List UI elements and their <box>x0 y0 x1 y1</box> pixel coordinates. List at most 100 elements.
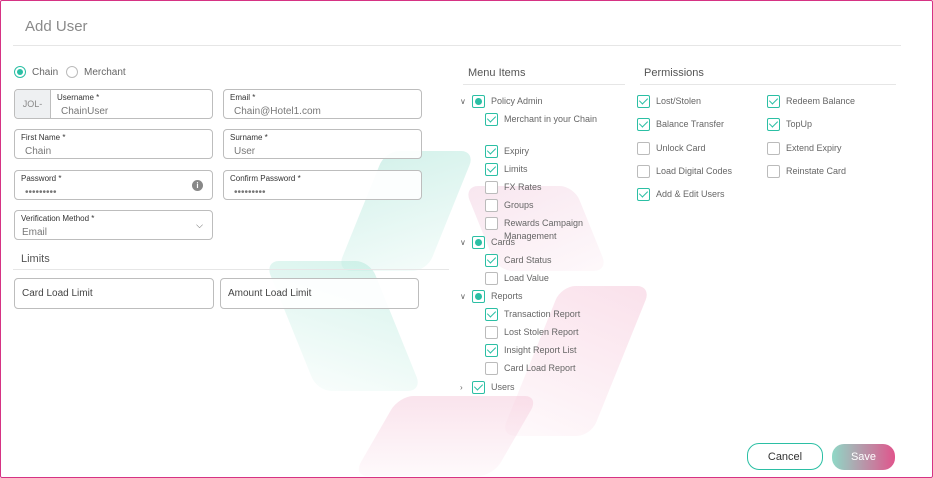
card-load-limit-input[interactable]: Card Load Limit <box>14 278 214 309</box>
checkbox-groups[interactable]: Groups <box>485 199 534 212</box>
checkbox-box[interactable] <box>485 145 498 158</box>
checkbox-label: Unlock Card <box>656 143 706 153</box>
checkbox-label: Card Status <box>504 255 552 265</box>
checkbox-lost-stolen[interactable]: Lost/Stolen <box>637 95 701 108</box>
checkbox-card-status[interactable]: Card Status <box>485 254 552 267</box>
checkbox-box[interactable] <box>637 95 650 108</box>
save-button[interactable]: Save <box>832 444 895 470</box>
surname-field[interactable]: Surname * User <box>223 129 422 159</box>
cancel-button[interactable]: Cancel <box>747 443 823 470</box>
chevron-down-icon[interactable]: ∨ <box>460 292 466 301</box>
page-title: Add User <box>25 18 88 35</box>
checkbox-extend-expiry[interactable]: Extend Expiry <box>767 142 842 155</box>
email-value[interactable]: Chain@Hotel1.com <box>234 106 321 117</box>
checkbox-box[interactable] <box>485 362 498 375</box>
checkbox-label: Cards <box>491 237 516 247</box>
verification-method-label: Verification Method * <box>21 214 95 223</box>
checkbox-expiry[interactable]: Expiry <box>485 145 529 158</box>
amount-load-limit-input[interactable]: Amount Load Limit <box>220 278 419 309</box>
checkbox-load-value[interactable]: Load Value <box>485 272 549 285</box>
checkbox-redeem-balance[interactable]: Redeem Balance <box>767 95 855 108</box>
checkbox-box[interactable] <box>472 236 485 249</box>
background-shape <box>352 396 540 476</box>
checkbox-label: Reinstate Card <box>786 166 847 176</box>
checkbox-label: TopUp <box>786 119 813 129</box>
password-label: Password * <box>21 174 62 183</box>
checkbox-label: Lost Stolen Report <box>504 327 579 337</box>
checkbox-box[interactable] <box>485 308 498 321</box>
checkbox-box[interactable] <box>472 381 485 394</box>
checkbox-reinstate-card[interactable]: Reinstate Card <box>767 165 846 178</box>
checkbox-label: Expiry <box>504 146 530 156</box>
checkbox-label: FX Rates <box>504 182 542 192</box>
checkbox-box[interactable] <box>767 95 780 108</box>
checkbox-box[interactable] <box>485 326 498 339</box>
username-field[interactable]: JOL- Username * ChainUser <box>14 89 213 119</box>
first-name-value[interactable]: Chain <box>25 146 51 157</box>
checkbox-limits[interactable]: Limits <box>485 163 528 176</box>
checkbox-label: Rewards Campaign Management <box>504 218 584 241</box>
checkbox-box[interactable] <box>485 113 498 126</box>
checkbox-lost-stolen-report[interactable]: Lost Stolen Report <box>485 326 579 339</box>
verification-method-select[interactable]: Verification Method * Email ⌵ <box>14 210 213 240</box>
checkbox-box[interactable] <box>637 188 650 201</box>
checkbox-users[interactable]: Users <box>472 381 515 394</box>
username-label: Username * <box>57 93 100 102</box>
chevron-right-icon[interactable]: › <box>460 383 463 392</box>
checkbox-label: Reports <box>491 291 523 301</box>
info-icon[interactable]: i <box>192 180 203 191</box>
checkbox-fx-rates[interactable]: FX Rates <box>485 181 542 194</box>
chevron-down-icon[interactable]: ∨ <box>460 238 466 247</box>
checkbox-card-load-report[interactable]: Card Load Report <box>485 362 576 375</box>
username-value[interactable]: ChainUser <box>61 106 108 117</box>
menu-items-heading: Menu Items <box>468 67 526 79</box>
checkbox-box[interactable] <box>485 217 498 230</box>
checkbox-box[interactable] <box>485 199 498 212</box>
checkbox-box[interactable] <box>637 165 650 178</box>
email-field[interactable]: Email * Chain@Hotel1.com <box>223 89 422 119</box>
confirm-password-label: Confirm Password * <box>230 174 301 183</box>
checkbox-box[interactable] <box>472 95 485 108</box>
checkbox-box[interactable] <box>485 254 498 267</box>
chevron-down-icon[interactable]: ⌵ <box>196 220 203 231</box>
checkbox-reports[interactable]: Reports <box>472 290 523 303</box>
checkbox-box[interactable] <box>485 344 498 357</box>
checkbox-box[interactable] <box>485 272 498 285</box>
checkbox-balance-transfer[interactable]: Balance Transfer <box>637 118 724 131</box>
checkbox-merchant-in-your-chain[interactable]: Merchant in your Chain <box>485 113 605 126</box>
limits-heading: Limits <box>21 253 50 265</box>
checkbox-cards[interactable]: Cards <box>472 236 515 249</box>
confirm-password-value[interactable]: ••••••••• <box>234 187 266 198</box>
checkbox-box[interactable] <box>485 163 498 176</box>
checkbox-label: Add & Edit Users <box>656 189 725 199</box>
radio-dot[interactable] <box>14 66 26 78</box>
checkbox-box[interactable] <box>485 181 498 194</box>
chevron-down-icon[interactable]: ∨ <box>460 97 466 106</box>
checkbox-insight-report-list[interactable]: Insight Report List <box>485 344 577 357</box>
checkbox-load-digital-codes[interactable]: Load Digital Codes <box>637 165 732 178</box>
surname-value[interactable]: User <box>234 146 255 157</box>
checkbox-label: Insight Report List <box>504 345 577 355</box>
add-user-dialog: Add User Chain Merchant JOL- Username * … <box>0 0 933 478</box>
checkbox-box[interactable] <box>637 142 650 155</box>
radio-merchant[interactable]: Merchant <box>66 66 126 78</box>
checkbox-policy-admin[interactable]: Policy Admin <box>472 95 543 108</box>
checkbox-box[interactable] <box>472 290 485 303</box>
limits-divider <box>13 269 449 270</box>
checkbox-unlock-card[interactable]: Unlock Card <box>637 142 706 155</box>
radio-dot[interactable] <box>66 66 78 78</box>
confirm-password-field[interactable]: Confirm Password * ••••••••• <box>223 170 422 200</box>
first-name-field[interactable]: First Name * Chain <box>14 129 213 159</box>
radio-chain[interactable]: Chain <box>14 66 58 78</box>
checkbox-box[interactable] <box>767 118 780 131</box>
password-value[interactable]: ••••••••• <box>25 187 57 198</box>
checkbox-box[interactable] <box>767 142 780 155</box>
password-field[interactable]: Password * ••••••••• i <box>14 170 213 200</box>
checkbox-add-edit-users[interactable]: Add & Edit Users <box>637 188 725 201</box>
checkbox-transaction-report[interactable]: Transaction Report <box>485 308 580 321</box>
checkbox-topup[interactable]: TopUp <box>767 118 812 131</box>
checkbox-box[interactable] <box>767 165 780 178</box>
checkbox-label: Load Value <box>504 273 549 283</box>
checkbox-box[interactable] <box>637 118 650 131</box>
checkbox-label: Groups <box>504 200 534 210</box>
